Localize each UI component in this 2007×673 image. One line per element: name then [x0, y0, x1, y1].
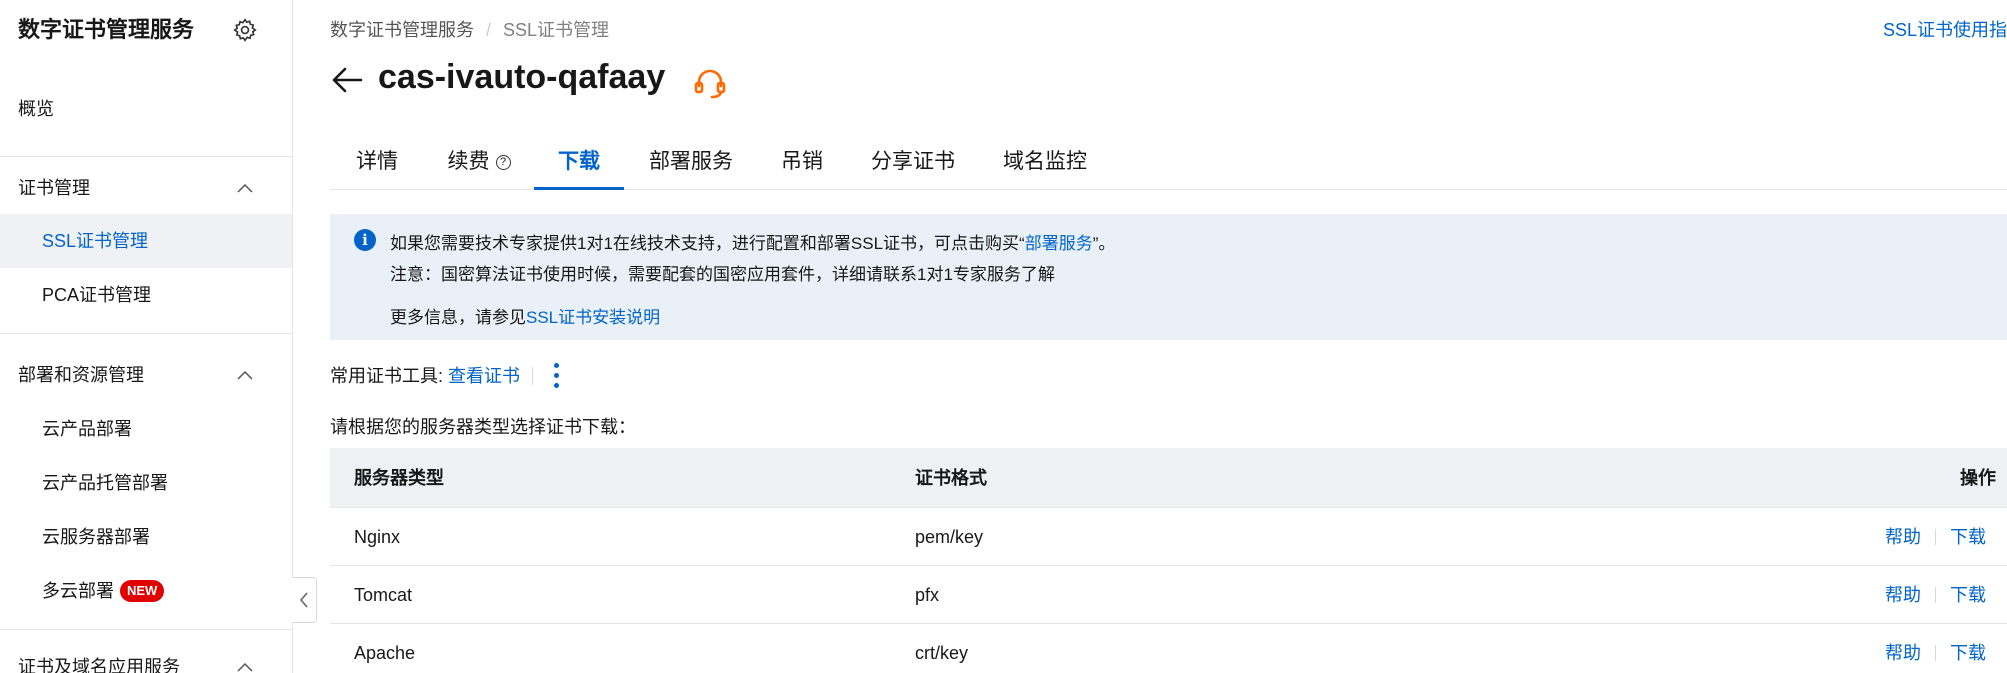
view-cert-link[interactable]: 查看证书	[448, 366, 520, 386]
notice-line-3: 更多信息，请参见SSL证书安装说明	[390, 303, 660, 328]
cell-cert-format: crt/key	[915, 643, 969, 663]
download-link[interactable]: 下载	[1950, 643, 1986, 663]
sidebar-group-label: 部署和资源管理	[18, 365, 144, 385]
gear-icon[interactable]	[232, 17, 258, 43]
tab-bar: 详情 续费? 下载 部署服务 吊销 分享证书 域名监控	[330, 140, 2007, 190]
sidebar-group-deploy[interactable]: 部署和资源管理	[0, 348, 292, 402]
new-badge: NEW	[120, 580, 165, 602]
breadcrumb-current[interactable]: SSL证书管理	[503, 20, 609, 40]
table-row: Tomcat pfx 帮助 下载	[330, 566, 2007, 624]
sidebar-group-app-services[interactable]: 证书及域名应用服务	[0, 640, 292, 673]
download-table: 服务器类型 证书格式 操作 Nginx pem/key 帮助 下载 Tomcat …	[330, 448, 2007, 673]
cell-server-type: Tomcat	[354, 585, 413, 605]
sidebar-title: 数字证书管理服务	[18, 17, 195, 42]
table-header: 服务器类型 证书格式 操作	[330, 448, 2007, 508]
tab-details[interactable]: 详情	[354, 140, 400, 190]
cert-tools-label: 常用证书工具:	[330, 366, 449, 386]
cell-actions: 帮助 下载	[1885, 624, 1986, 673]
sidebar-item-cloud-deploy[interactable]: 云产品部署	[0, 402, 292, 456]
tab-domain-monitor[interactable]: 域名监控	[1002, 140, 1088, 190]
download-link[interactable]: 下载	[1950, 585, 1986, 605]
cell-actions: 帮助 下载	[1885, 508, 1986, 566]
question-icon[interactable]: ?	[495, 155, 511, 170]
sidebar-item-ssl[interactable]: SSL证书管理	[0, 214, 292, 268]
breadcrumb-root[interactable]: 数字证书管理服务	[330, 20, 474, 40]
sidebar-item-cloud-hosted[interactable]: 云产品托管部署	[0, 456, 292, 510]
divider	[1935, 587, 1936, 603]
sidebar-group-label: 证书及域名应用服务	[18, 657, 180, 673]
cell-cert-format: pfx	[915, 585, 940, 605]
sidebar: 数字证书管理服务 概览 证书管理 SSL证书管理 PCA证书管理 部署和资源管理…	[0, 0, 293, 673]
breadcrumb-separator: /	[486, 20, 492, 40]
tab-label: 续费	[447, 150, 490, 173]
chevron-up-icon	[237, 662, 253, 672]
sidebar-divider	[0, 333, 292, 334]
cell-server-type: Apache	[354, 643, 416, 663]
sidebar-group-cert-management[interactable]: 证书管理	[0, 161, 292, 215]
cert-tools-bar: 常用证书工具: 查看证书	[330, 362, 545, 388]
column-header-server-type: 服务器类型	[354, 468, 444, 488]
sidebar-divider	[0, 156, 292, 157]
tab-renew[interactable]: 续费?	[444, 140, 514, 190]
sidebar-item-server-deploy[interactable]: 云服务器部署	[0, 510, 292, 564]
notice-text: 如果您需要技术专家提供1对1在线技术支持，进行配置和部署SSL证书，可点击购买“	[390, 234, 1025, 253]
sidebar-item-overview[interactable]: 概览	[0, 82, 292, 136]
info-icon: i	[354, 229, 376, 251]
cell-server-type: Nginx	[354, 527, 401, 547]
divider	[1935, 645, 1936, 661]
headset-icon[interactable]	[693, 66, 727, 100]
chevron-up-icon	[237, 183, 253, 193]
help-link[interactable]: 帮助	[1885, 585, 1921, 605]
sidebar-divider	[0, 629, 292, 630]
tab-download[interactable]: 下载	[534, 140, 624, 190]
cell-actions: 帮助 下载	[1885, 566, 1986, 624]
ssl-install-guide-link[interactable]: SSL证书安装说明	[526, 308, 660, 327]
notice-text: ”。	[1092, 234, 1116, 253]
table-row: Apache crt/key 帮助 下载	[330, 624, 2007, 673]
tab-revoke[interactable]: 吊销	[780, 140, 824, 190]
choose-server-type-text: 请根据您的服务器类型选择证书下载：	[330, 417, 636, 437]
tab-share-cert[interactable]: 分享证书	[870, 140, 956, 190]
column-header-cert-format: 证书格式	[915, 468, 987, 488]
sidebar-item-pca[interactable]: PCA证书管理	[0, 268, 292, 322]
cell-cert-format: pem/key	[915, 527, 984, 547]
arrow-left-icon[interactable]	[330, 65, 364, 95]
column-header-action: 操作	[1960, 468, 1996, 488]
sidebar-collapse-button[interactable]	[292, 577, 317, 623]
breadcrumb: 数字证书管理服务 / SSL证书管理	[330, 16, 609, 42]
sidebar-item-label: 多云部署	[42, 581, 114, 601]
notice-text: 更多信息，请参见	[390, 308, 526, 327]
help-link[interactable]: 帮助	[1885, 643, 1921, 663]
sidebar-group-label: 证书管理	[18, 178, 90, 198]
table-row: Nginx pem/key 帮助 下载	[330, 508, 2007, 566]
notice-line-2: 注意：国密算法证书使用时候，需要配套的国密应用套件，详细请联系1对1专家服务了解	[390, 265, 1055, 284]
divider	[1935, 529, 1936, 545]
tab-deploy-service[interactable]: 部署服务	[648, 140, 734, 190]
deploy-service-link[interactable]: 部署服务	[1025, 234, 1093, 253]
page-title: cas-ivauto-qafaay	[378, 58, 666, 96]
divider	[532, 367, 534, 385]
ssl-guide-link[interactable]: SSL证书使用指南	[1883, 16, 2007, 42]
more-vertical-icon[interactable]	[551, 362, 563, 390]
download-link[interactable]: 下载	[1950, 527, 1986, 547]
notice-line-1: 如果您需要技术专家提供1对1在线技术支持，进行配置和部署SSL证书，可点击购买“…	[390, 229, 1115, 254]
chevron-left-icon	[299, 592, 308, 608]
sidebar-item-multi-cloud[interactable]: 多云部署 NEW	[0, 564, 292, 618]
help-link[interactable]: 帮助	[1885, 527, 1921, 547]
chevron-up-icon	[237, 370, 253, 380]
info-notice: i 如果您需要技术专家提供1对1在线技术支持，进行配置和部署SSL证书，可点击购…	[330, 214, 2007, 340]
